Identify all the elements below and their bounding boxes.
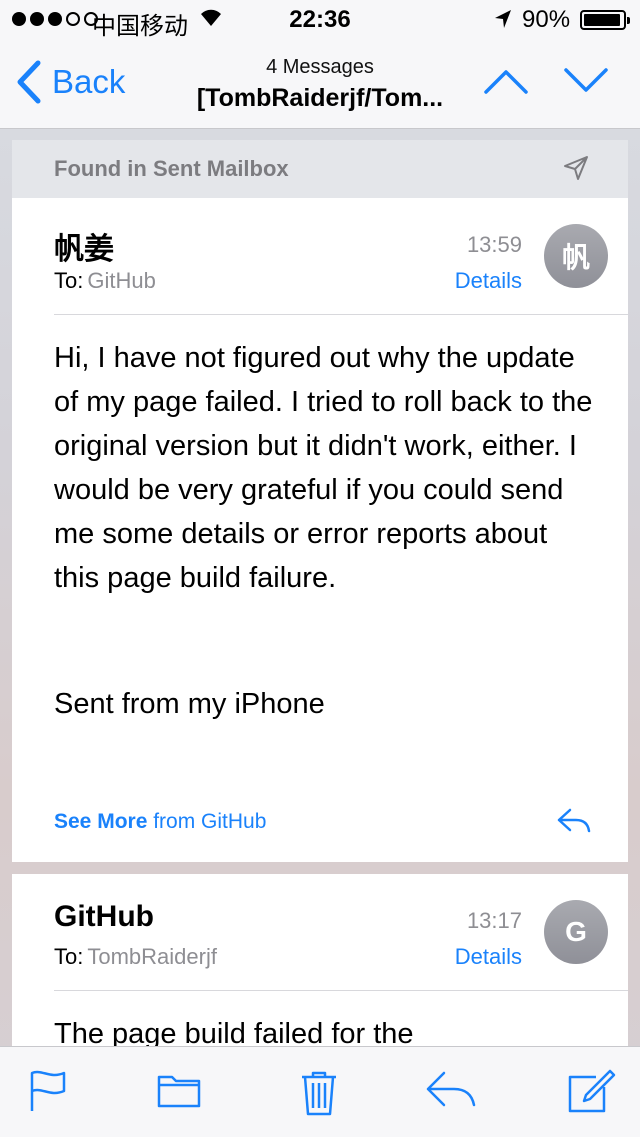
back-button[interactable]: Back [16, 60, 125, 104]
sender-name: 帆姜 [54, 233, 114, 266]
message-count: 4 Messages [266, 56, 374, 78]
see-more-link[interactable]: See More from GitHub [54, 810, 266, 834]
thread-subject: [TombRaiderjf/Tom... [196, 84, 444, 112]
sender-name: GitHub [54, 900, 154, 933]
see-more-source: from GitHub [153, 810, 267, 833]
bottom-toolbar [0, 1046, 640, 1137]
flag-icon[interactable] [28, 1069, 68, 1118]
thread-title: 4 Messages [TombRaiderjf/Tom... [160, 54, 480, 116]
recipient-name: TombRaiderjf [87, 944, 217, 969]
reply-icon[interactable] [556, 806, 592, 839]
recipient-name: GitHub [87, 268, 156, 293]
battery-percentage: 90% [522, 6, 571, 33]
message-time: 13:17 [466, 908, 522, 933]
reply-icon[interactable] [424, 1069, 478, 1114]
status-bar: 中国移动 22:36 90% [0, 0, 640, 40]
avatar[interactable]: 帆 [544, 224, 608, 288]
next-message-button[interactable] [562, 64, 610, 101]
to-label: To: [54, 944, 84, 969]
battery-icon [580, 10, 630, 30]
trash-icon[interactable] [298, 1069, 340, 1122]
details-link[interactable]: Details [455, 268, 522, 294]
message-time: 13:59 [466, 232, 522, 257]
chevron-left-icon [17, 60, 41, 104]
message-card[interactable]: 帆姜 To: GitHub 13:59 Details 帆 Hi, I have … [12, 198, 628, 862]
to-label: To: [54, 268, 84, 293]
compose-icon[interactable] [566, 1069, 616, 1120]
folder-icon[interactable] [156, 1069, 202, 1114]
message-body: Hi, I have not figured out why the updat… [54, 342, 593, 594]
previous-message-button[interactable] [482, 64, 530, 101]
header-divider [54, 990, 628, 991]
message-signature: Sent from my iPhone [54, 688, 325, 720]
chevron-up-icon [484, 70, 528, 94]
navigation-bar: 中国移动 22:36 90% Back 4 Messages [TombRaid… [0, 0, 640, 129]
recipient-line: To: GitHub [54, 268, 156, 294]
mailbox-origin-bar: Found in Sent Mailbox [12, 140, 628, 198]
back-label: Back [52, 63, 126, 100]
chevron-down-icon [564, 68, 608, 92]
location-arrow-icon [493, 8, 513, 37]
header-divider [54, 314, 628, 315]
recipient-line: To: TombRaiderjf [54, 944, 217, 970]
avatar[interactable]: G [544, 900, 608, 964]
see-more-label: See More [54, 810, 148, 833]
mailbox-origin-label: Found in Sent Mailbox [54, 156, 289, 181]
paper-plane-icon [562, 154, 590, 187]
details-link[interactable]: Details [455, 944, 522, 970]
message-card[interactable]: GitHub To: TombRaiderjf 13:17 Details G T… [12, 874, 628, 1054]
